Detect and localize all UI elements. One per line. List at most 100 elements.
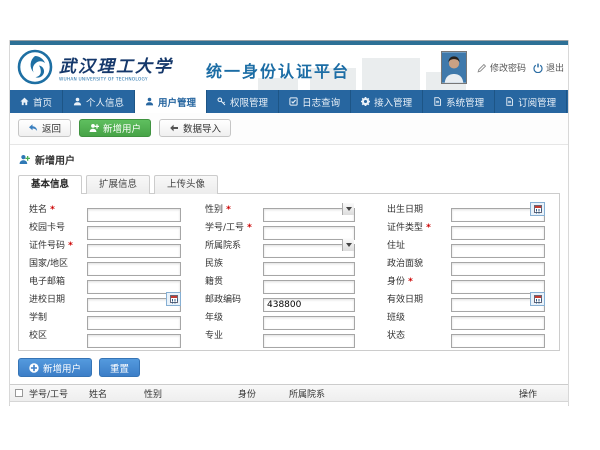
input-wrap-birth-date (451, 202, 545, 216)
table-column-header: 学号/工号 (27, 387, 87, 400)
label-postal-code: 邮政编码 (205, 292, 263, 305)
input-wrap-ethnicity (263, 256, 355, 270)
label-valid-date: 有效日期 (387, 292, 451, 305)
input-wrap-class (451, 310, 545, 324)
users-table-header: 学号/工号姓名性别身份所属院系操作 (10, 385, 568, 402)
nav-tab-access[interactable]: 接入管理 (351, 90, 423, 113)
label-country-region: 国家/地区 (29, 256, 87, 269)
calendar-glyph (170, 295, 178, 303)
doc-icon (433, 97, 442, 106)
input-wrap-name (87, 202, 181, 216)
nav-tab-permissions[interactable]: 权限管理 (207, 90, 279, 113)
tab-basic-info[interactable]: 基本信息 (18, 175, 82, 194)
table-column-header: 姓名 (87, 387, 142, 400)
select-all-checkbox[interactable] (15, 389, 23, 397)
form-field-name: 姓名 * (29, 202, 181, 216)
label-department: 所属院系 (205, 238, 263, 251)
label-entry-date: 进校日期 (29, 292, 87, 305)
nav-tab-label: 个人信息 (86, 95, 124, 109)
nav-tab-subscription[interactable]: 订阅管理 (495, 90, 567, 113)
form-row: 姓名 *性别 *出生日期 (19, 200, 559, 217)
nav-tab-label: 接入管理 (374, 95, 412, 109)
form-row: 国家/地区 民族 政治面貌 (19, 254, 559, 271)
form-field-major: 专业 (205, 328, 355, 342)
input-wrap-department (263, 238, 355, 252)
nav-tab-users[interactable]: 用户管理 (135, 90, 207, 113)
input-wrap-entry-date (87, 292, 181, 306)
data-import-button[interactable]: 数据导入 (159, 119, 231, 137)
form-actions: 新增用户 重置 (10, 351, 568, 384)
calendar-glyph (534, 205, 542, 213)
platform-title: 统一身份认证平台 (206, 58, 350, 82)
form-field-grade: 年级 (205, 310, 355, 324)
user-plus-icon (89, 123, 99, 133)
input-wrap-email (87, 274, 181, 288)
change-password-link[interactable]: 修改密码 (477, 61, 526, 74)
form-row: 学制年级班级 (19, 308, 559, 325)
form-row: 校区专业状态 (19, 326, 559, 343)
logout-link[interactable]: 退出 (533, 61, 564, 74)
new-user-form: 姓名 *性别 *出生日期校园卡号学号/工号 *证件类型 *证件号码 *所属院系住… (18, 193, 560, 351)
header-watermark (362, 58, 420, 90)
label-ethnicity: 民族 (205, 256, 263, 269)
label-class: 班级 (387, 310, 451, 323)
user-avatar[interactable] (441, 51, 467, 84)
form-field-ethnicity: 民族 (205, 256, 355, 270)
back-button[interactable]: 返回 (18, 119, 71, 137)
nav-tab-logs[interactable]: 日志查询 (279, 90, 351, 113)
form-row: 证件号码 * 所属院系 住址 (19, 236, 559, 253)
nav-tab-home[interactable]: 首页 (10, 90, 63, 113)
calendar-icon[interactable] (530, 202, 545, 216)
input-wrap-campus (87, 328, 181, 342)
input-wrap-id-number (87, 238, 181, 252)
add-user-submit-button[interactable]: 新增用户 (18, 358, 92, 377)
form-row: 进校日期 邮政编码 有效日期 (19, 290, 559, 307)
form-field-political-status: 政治面貌 (387, 256, 545, 270)
new-user-toolbar-button[interactable]: 新增用户 (79, 119, 151, 137)
table-column-header: 操作 (517, 387, 568, 400)
input-wrap-status (451, 328, 545, 342)
input-wrap-birthplace (263, 274, 355, 288)
label-name: 姓名 * (29, 202, 87, 215)
toolbar: 返回 新增用户 数据导入 (10, 113, 568, 145)
table-column-header: 身份 (236, 387, 287, 400)
required-marker: * (65, 241, 73, 251)
chevron-down-icon[interactable] (342, 203, 354, 215)
nav-tab-system[interactable]: 系统管理 (423, 90, 495, 113)
input-campus[interactable] (87, 334, 181, 348)
input-wrap-valid-date (451, 292, 545, 306)
calendar-icon[interactable] (530, 292, 545, 306)
home-icon (20, 97, 29, 106)
required-marker: * (405, 277, 413, 287)
reset-button[interactable]: 重置 (99, 358, 140, 377)
log-icon (289, 97, 298, 106)
tab-extended-info[interactable]: 扩展信息 (86, 175, 150, 194)
form-field-entry-date: 进校日期 (29, 292, 181, 306)
app-window: 武汉理工大学 WUHAN UNIVERSITY OF TECHNOLOGY 统一… (9, 40, 569, 406)
university-name-en: WUHAN UNIVERSITY OF TECHNOLOGY (59, 77, 148, 82)
form-field-status: 状态 (387, 328, 545, 342)
calendar-icon[interactable] (166, 292, 181, 306)
user-icon (145, 97, 154, 106)
input-major[interactable] (263, 334, 355, 348)
label-id-number: 证件号码 * (29, 238, 87, 251)
gear-icon (361, 97, 370, 106)
chevron-down-icon[interactable] (342, 239, 354, 251)
nav-tab-profile[interactable]: 个人信息 (63, 90, 135, 113)
form-row: 校园卡号学号/工号 *证件类型 * (19, 218, 559, 235)
form-field-valid-date: 有效日期 (387, 292, 545, 306)
input-wrap-school-system (87, 310, 181, 324)
input-wrap-student-id (263, 220, 355, 234)
add-user-icon (19, 154, 30, 165)
change-password-label: 修改密码 (490, 61, 526, 74)
doc-icon (505, 97, 514, 106)
nav-tab-label: 用户管理 (158, 95, 196, 109)
label-major: 专业 (205, 328, 263, 341)
input-wrap-postal-code (263, 292, 355, 306)
tab-upload-avatar[interactable]: 上传头像 (154, 175, 218, 194)
required-marker: * (244, 223, 252, 233)
label-address: 住址 (387, 238, 451, 251)
label-id-type: 证件类型 * (387, 220, 451, 233)
nav-tab-label: 系统管理 (446, 95, 484, 109)
input-status[interactable] (451, 334, 545, 348)
